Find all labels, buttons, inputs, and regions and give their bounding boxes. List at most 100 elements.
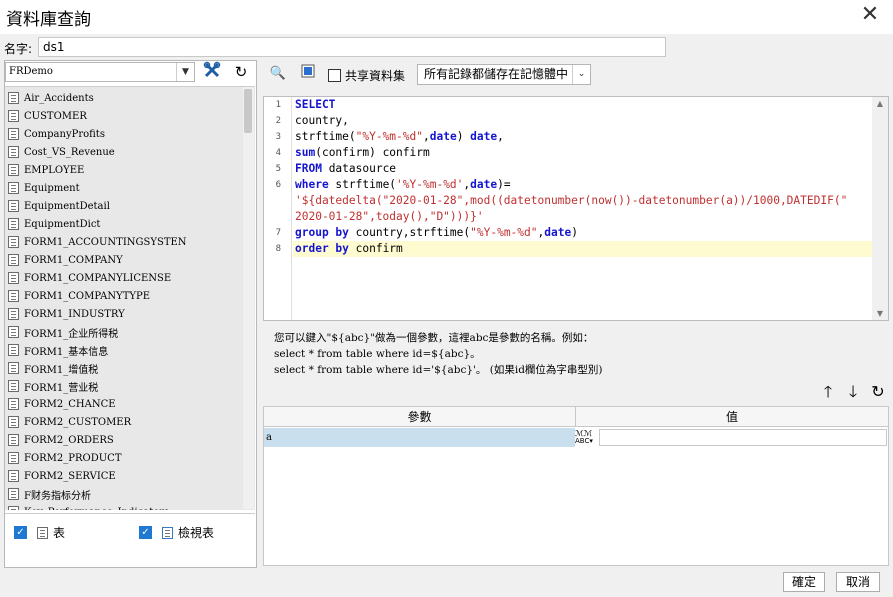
sql-editor[interactable]: 1 SELECT 2 country, 3 strftime("%Y-%m-%d",dat… bbox=[263, 96, 889, 321]
list-item[interactable]: EquipmentDetail bbox=[8, 197, 255, 215]
refresh-icon[interactable]: ↻ bbox=[230, 61, 252, 83]
list-item[interactable]: FORM1_基本信息 bbox=[8, 341, 255, 359]
param-value-input[interactable] bbox=[599, 429, 887, 446]
list-item[interactable]: CompanyProfits bbox=[8, 125, 255, 143]
list-item[interactable]: FORM1_COMPANY bbox=[8, 251, 255, 269]
sql-text: , bbox=[497, 130, 504, 143]
list-item[interactable]: FORM1_ACCOUNTINGSYSTEN bbox=[8, 233, 255, 251]
table-icon bbox=[8, 308, 19, 320]
table-icon bbox=[8, 236, 19, 248]
sql-code[interactable]: 1 SELECT 2 country, 3 strftime("%Y-%m-%d",dat… bbox=[276, 97, 878, 257]
scrollbar-thumb[interactable] bbox=[244, 89, 252, 133]
close-icon[interactable]: ✕ bbox=[858, 4, 882, 28]
column-header-parameter: 參數 bbox=[264, 407, 576, 427]
list-item[interactable]: FORM2_PRODUCT bbox=[8, 449, 255, 467]
list-item[interactable]: FORM1_INDUSTRY bbox=[8, 305, 255, 323]
editor-scrollbar[interactable]: ▲ ▼ bbox=[872, 97, 888, 320]
list-item[interactable]: FORM1_企业所得税 bbox=[8, 323, 255, 341]
list-item[interactable]: Air_Accidents bbox=[8, 89, 255, 107]
filter-table-checkbox[interactable]: ✓ bbox=[14, 526, 27, 539]
filter-view-label: 檢視表 bbox=[178, 526, 215, 540]
table-icon bbox=[8, 398, 19, 410]
code-line[interactable]: 6 where strftime('%Y-%m-%d',date)= bbox=[276, 177, 878, 193]
storage-mode-select[interactable]: 所有記錄都儲存在記憶體中 ⌄ bbox=[417, 64, 591, 85]
share-dataset-label: 共享資料集 bbox=[345, 69, 406, 83]
table-icon bbox=[8, 218, 19, 230]
table-icon bbox=[37, 526, 48, 539]
list-item[interactable]: FORM2_CHANCE bbox=[8, 395, 255, 413]
code-line[interactable]: 5 FROM datasource bbox=[276, 161, 878, 177]
code-line[interactable]: 3 strftime("%Y-%m-%d",date) date, bbox=[276, 129, 878, 145]
sql-string: "%Y-%m-%d" bbox=[355, 130, 423, 143]
sql-text: )= bbox=[497, 178, 511, 191]
table-name: FORM1_基本信息 bbox=[24, 346, 109, 358]
datasource-select[interactable]: FRDemo ▼ bbox=[5, 62, 195, 82]
list-item[interactable]: EquipmentDict bbox=[8, 215, 255, 233]
table-icon bbox=[8, 92, 19, 104]
datasource-value: FRDemo bbox=[9, 66, 53, 77]
table-icon bbox=[8, 290, 19, 302]
chevron-down-icon[interactable]: ▼ bbox=[176, 63, 194, 81]
list-item[interactable]: FORM1_COMPANYLICENSE bbox=[8, 269, 255, 287]
code-line[interactable]: 1 SELECT bbox=[276, 97, 878, 113]
filter-view-checkbox[interactable]: ✓ bbox=[139, 526, 152, 539]
table-name: F财务指标分析 bbox=[24, 490, 91, 502]
scroll-down-icon[interactable]: ▼ bbox=[872, 309, 888, 318]
list-item[interactable]: FORM2_SERVICE bbox=[8, 467, 255, 485]
list-item[interactable]: FORM2_CUSTOMER bbox=[8, 413, 255, 431]
table-name: FORM1_营业税 bbox=[24, 382, 99, 394]
sql-text: country,strftime( bbox=[348, 226, 471, 239]
param-name-cell[interactable]: a bbox=[264, 428, 575, 447]
list-item[interactable]: FORM1_营业税 bbox=[8, 377, 255, 395]
filter-table-option[interactable]: ✓ 表 bbox=[14, 524, 65, 541]
refresh-params-icon[interactable]: ↻ bbox=[869, 383, 887, 401]
sql-text: country, bbox=[295, 114, 349, 127]
sql-text: strftime( bbox=[328, 178, 397, 191]
table-name: FORM1_INDUSTRY bbox=[24, 308, 125, 320]
column-header-value: 值 bbox=[725, 410, 738, 424]
sql-keyword: group by bbox=[295, 226, 349, 239]
parameter-hint: 您可以鍵入"${abc}"做為一個參數，這裡abc是參數的名稱。例如： sele… bbox=[274, 330, 874, 378]
share-dataset-checkbox[interactable] bbox=[328, 69, 341, 82]
table-name: EquipmentDict bbox=[24, 218, 101, 230]
list-item[interactable]: EMPLOYEE bbox=[8, 161, 255, 179]
code-line[interactable]: 2 country, bbox=[276, 113, 878, 129]
name-input[interactable]: ds1 bbox=[38, 37, 666, 57]
table-icon bbox=[8, 164, 19, 176]
code-line[interactable]: '${datedelta("2020-01-28",mod((datetonum… bbox=[293, 193, 878, 209]
list-item[interactable]: FORM1_增值税 bbox=[8, 359, 255, 377]
scroll-up-icon[interactable]: ▲ bbox=[872, 99, 888, 108]
code-line[interactable]: 7 group by country,strftime("%Y-%m-%d",da… bbox=[276, 225, 878, 241]
preview-icon[interactable]: 🔍 bbox=[267, 63, 289, 85]
filter-table-label: 表 bbox=[53, 526, 66, 540]
storage-mode-value: 所有記錄都儲存在記憶體中 bbox=[424, 67, 569, 81]
table-icon bbox=[8, 434, 19, 446]
table-name: FORM2_CHANCE bbox=[24, 398, 116, 410]
code-line[interactable]: 2020-01-28",today(),"D")))}' bbox=[293, 209, 878, 225]
table-list-scrollbar[interactable] bbox=[243, 87, 254, 509]
list-item[interactable]: F财务指标分析 bbox=[8, 485, 255, 503]
list-item[interactable]: Cost_VS_Revenue bbox=[8, 143, 255, 161]
filter-view-option[interactable]: ✓ 檢視表 bbox=[139, 524, 214, 541]
abc-type-icon[interactable]: ℳℳ ABC▾ bbox=[575, 428, 597, 447]
code-line[interactable]: 8 order by confirm bbox=[276, 241, 878, 257]
cancel-button[interactable]: 取消 bbox=[836, 572, 880, 592]
code-line[interactable]: 4 sum(confirm) confirm bbox=[276, 145, 878, 161]
table-icon bbox=[8, 128, 19, 140]
move-down-icon[interactable]: 🡓 bbox=[844, 383, 862, 401]
sql-keyword: date bbox=[470, 178, 498, 191]
list-item[interactable]: FORM1_COMPANYTYPE bbox=[8, 287, 255, 305]
share-dataset-option[interactable]: 共享資料集 bbox=[328, 67, 405, 84]
parameter-icon[interactable] bbox=[297, 63, 319, 85]
name-label: 名字: bbox=[4, 42, 33, 56]
list-item[interactable]: Equipment bbox=[8, 179, 255, 197]
table-row[interactable]: a ℳℳ ABC▾ bbox=[264, 428, 888, 447]
list-item[interactable]: Key_Performance_Indicators bbox=[8, 503, 255, 510]
list-item[interactable]: CUSTOMER bbox=[8, 107, 255, 125]
sql-keyword: FROM bbox=[295, 162, 322, 175]
ok-button[interactable]: 確定 bbox=[783, 572, 825, 592]
connection-settings-icon[interactable] bbox=[201, 61, 223, 83]
list-item[interactable]: FORM2_ORDERS bbox=[8, 431, 255, 449]
move-up-icon[interactable]: 🡑 bbox=[819, 383, 837, 401]
chevron-down-icon[interactable]: ⌄ bbox=[572, 65, 590, 84]
